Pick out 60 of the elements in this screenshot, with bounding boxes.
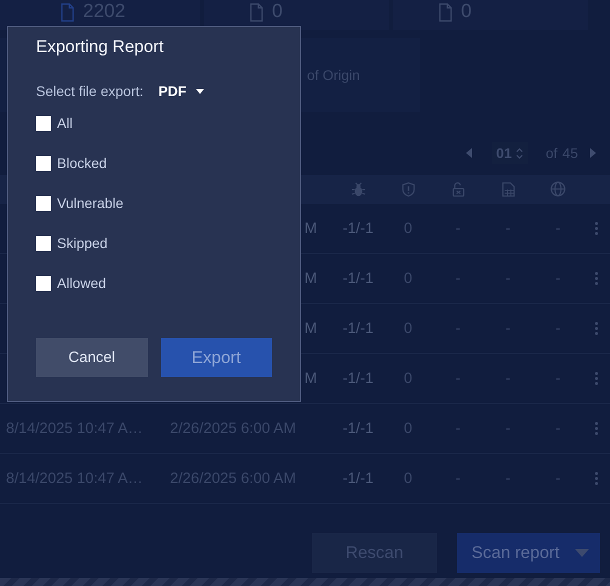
unlocked-padlock-icon xyxy=(450,182,466,197)
more-options-icon[interactable] xyxy=(595,271,598,286)
format-dropdown[interactable]: PDF xyxy=(158,83,204,99)
table-cell: M xyxy=(304,220,317,238)
checkbox-label: Allowed xyxy=(57,275,106,291)
table-cell: - xyxy=(506,370,510,388)
cancel-button[interactable]: Cancel xyxy=(36,338,148,377)
table-cell: - xyxy=(506,470,510,488)
more-options-icon[interactable] xyxy=(595,371,598,386)
table-cell: -1/-1 xyxy=(342,420,374,438)
file-icon xyxy=(249,2,264,22)
table-cell: M xyxy=(304,270,317,288)
spreadsheet-file-icon xyxy=(500,182,516,197)
table-cell: M xyxy=(304,370,317,388)
more-options-icon[interactable] xyxy=(595,321,598,336)
checkbox[interactable] xyxy=(36,236,51,250)
table-cell: - xyxy=(506,220,510,238)
table-cell: - xyxy=(456,370,460,388)
table-cell: - xyxy=(556,270,560,288)
table-cell: - xyxy=(556,470,560,488)
checkbox-label: Skipped xyxy=(57,235,108,251)
table-cell: - xyxy=(456,470,460,488)
table-cell: - xyxy=(456,270,460,288)
spinner-arrows-icon[interactable] xyxy=(514,146,524,161)
previous-page-icon[interactable] xyxy=(466,148,472,158)
checkbox[interactable] xyxy=(36,116,51,130)
table-cell: - xyxy=(456,320,460,338)
table-cell: - xyxy=(456,420,460,438)
table-cell: - xyxy=(556,220,560,238)
checkbox[interactable] xyxy=(36,196,51,210)
more-options-icon[interactable] xyxy=(595,421,598,436)
scan-report-button[interactable]: Scan report xyxy=(457,533,600,574)
dialog-title: Exporting Report xyxy=(36,37,165,57)
table-cell: -1/-1 xyxy=(342,470,374,488)
table-cell: -1/-1 xyxy=(342,270,374,288)
more-options-icon[interactable] xyxy=(595,221,598,236)
table-cell: - xyxy=(556,370,560,388)
file-icon xyxy=(438,2,453,22)
table-cell: -1/-1 xyxy=(342,220,374,238)
format-label: Select file export: xyxy=(36,83,144,99)
table-cell: - xyxy=(556,420,560,438)
table-cell: - xyxy=(456,220,460,238)
table-cell: -1/-1 xyxy=(342,370,374,388)
checkbox-label: Blocked xyxy=(57,155,107,171)
checkbox-label: Vulnerable xyxy=(57,195,124,211)
more-options-icon[interactable] xyxy=(595,471,598,486)
checkbox[interactable] xyxy=(36,276,51,290)
checkbox[interactable] xyxy=(36,156,51,170)
table-cell: M xyxy=(304,320,317,338)
globe-icon xyxy=(550,181,566,198)
file-icon xyxy=(60,2,75,22)
table-cell: - xyxy=(506,270,510,288)
checkbox-label: All xyxy=(57,115,73,131)
next-page-icon[interactable] xyxy=(590,148,596,158)
table-cell: - xyxy=(506,420,510,438)
table-cell: -1/-1 xyxy=(342,320,374,338)
shield-alert-icon xyxy=(400,182,416,197)
bug-icon xyxy=(350,182,366,197)
table-cell: - xyxy=(556,320,560,338)
table-cell: - xyxy=(506,320,510,338)
